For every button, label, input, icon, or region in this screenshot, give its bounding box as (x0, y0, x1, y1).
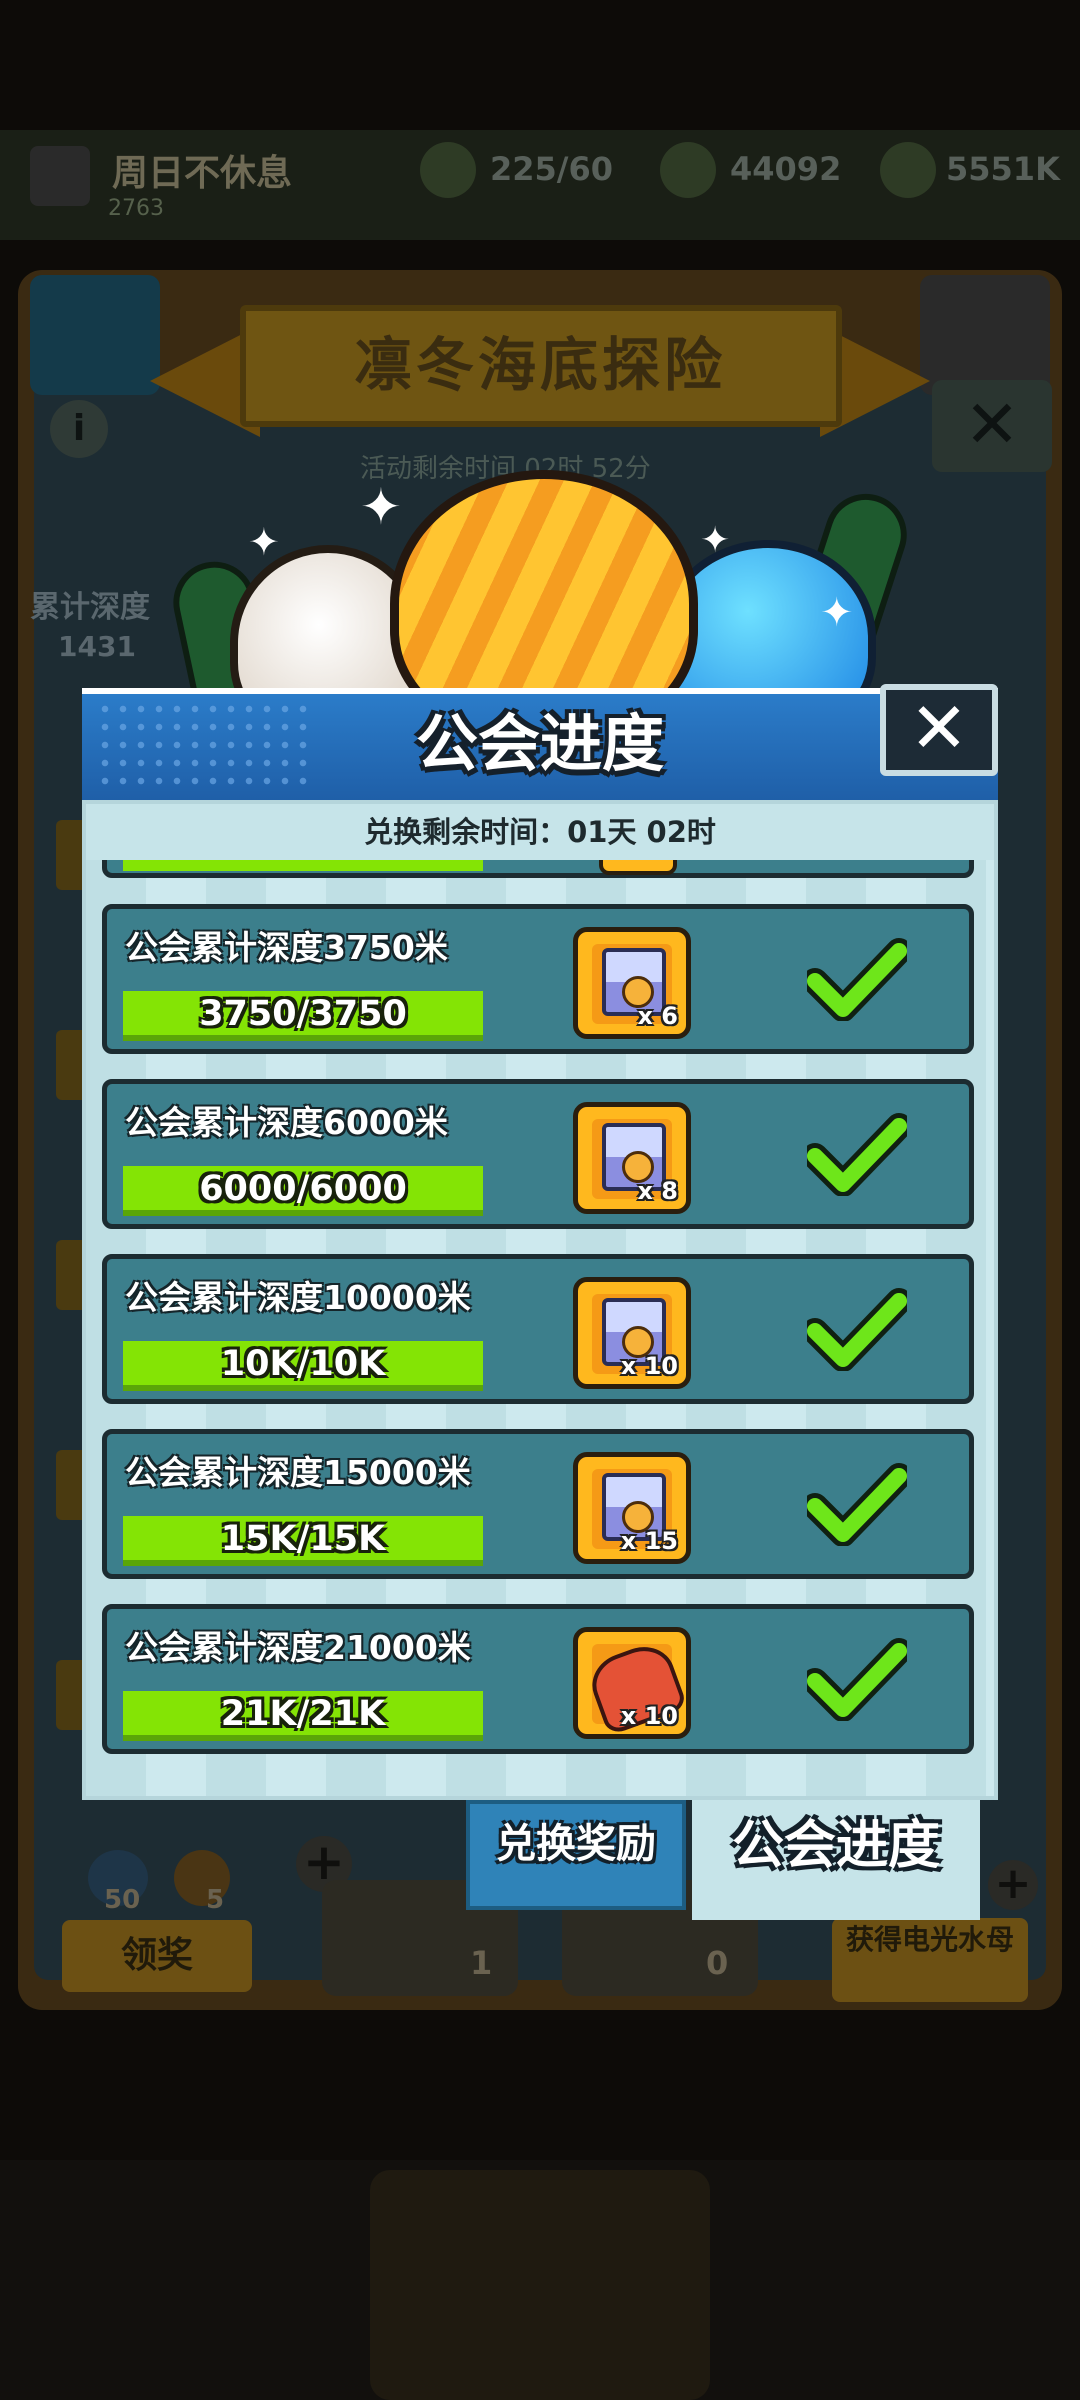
reward-chest-button[interactable]: x 10 (573, 1277, 691, 1389)
dialog-title: 公会进度 (415, 707, 664, 780)
menu-icon[interactable] (30, 275, 160, 395)
sparkle-icon: ✦ (700, 520, 731, 561)
task-row: 公会累计深度6000米 6000/6000 x 8 (102, 1079, 974, 1229)
event-close-icon[interactable]: ✕ (932, 380, 1052, 472)
energy-icon (420, 142, 476, 198)
task-progress-text: 6000/6000 (199, 1169, 407, 1209)
reward-count: x 6 (637, 1002, 678, 1030)
player-avatar (30, 146, 90, 206)
task-title: 公会累计深度6000米 (125, 1103, 448, 1142)
depth-label: 累计深度 (30, 590, 150, 625)
task-title: 公会累计深度21000米 (125, 1628, 471, 1667)
task-row: 公会累计深度3750米 3750/3750 x 6 (102, 904, 974, 1054)
tab-guild-progress[interactable]: 公会进度 (692, 1800, 980, 1920)
task-row (102, 860, 974, 878)
task-progress-text: 3750/3750 (199, 994, 407, 1034)
checkmark-icon (807, 1463, 907, 1546)
coin-value: 5551K (946, 150, 1060, 188)
tab-exchange-rewards[interactable]: 兑换奖励 (466, 1800, 686, 1910)
player-id: 2763 (108, 196, 164, 221)
shield-icon[interactable] (920, 275, 1050, 395)
checkmark-icon (807, 1113, 907, 1196)
coin-icon (880, 142, 936, 198)
checkmark-icon (807, 1288, 907, 1371)
sparkle-icon: ✦ (360, 478, 402, 536)
task-progress-text: 10K/10K (220, 1344, 386, 1384)
task-title: 公会累计深度10000米 (125, 1278, 471, 1317)
task-row: 公会累计深度15000米 15K/15K x 15 (102, 1429, 974, 1579)
task-title: 公会累计深度3750米 (125, 928, 448, 967)
exchange-time-remaining: 兑换剩余时间：01天 02时 (364, 815, 716, 849)
blue-shell-count: 50 (104, 1885, 141, 1915)
info-icon[interactable]: i (50, 400, 108, 458)
gem-value: 44092 (730, 150, 842, 188)
gold-shell-count: 5 (206, 1885, 225, 1915)
sparkle-icon: ✦ (820, 590, 854, 636)
reward-icon (599, 860, 677, 875)
reward-chest-button[interactable]: x 8 (573, 1102, 691, 1214)
reward-count: x 10 (620, 1702, 678, 1730)
reward-chest-button[interactable]: x 15 (573, 1452, 691, 1564)
task-row: 公会累计深度10000米 10K/10K x 10 (102, 1254, 974, 1404)
task-title: 公会累计深度15000米 (125, 1453, 471, 1492)
task-progress-text: 21K/21K (220, 1694, 386, 1734)
player-name: 周日不休息 (112, 153, 293, 194)
reward-count: x 10 (620, 1352, 678, 1380)
reward-count: x 15 (620, 1527, 678, 1555)
nav-battle-button[interactable] (370, 2170, 710, 2400)
checkmark-icon (807, 938, 907, 1021)
gem-icon (660, 142, 716, 198)
task-progress-text: 15K/15K (220, 1519, 386, 1559)
get-jellyfish-button[interactable]: 获得电光水母 (832, 1918, 1028, 2002)
reward-chest-button[interactable]: x 6 (573, 927, 691, 1039)
depth-value: 1431 (58, 630, 136, 663)
close-icon[interactable]: ✕ (880, 684, 998, 776)
task-progress-bar (123, 860, 483, 871)
reward-count: x 8 (637, 1177, 678, 1205)
reward-scroll-button[interactable]: x 10 (573, 1627, 691, 1739)
sparkle-icon: ✦ (248, 520, 280, 564)
task-list[interactable]: 公会累计深度3750米 3750/3750 x 6 公会累计深度6000米 60… (86, 860, 994, 1760)
checkmark-icon (807, 1638, 907, 1721)
event-title: 凛冬海底探险 (353, 331, 726, 399)
item-count: 0 (706, 1944, 729, 1982)
add-icon[interactable]: + (988, 1860, 1038, 1910)
item-count: 1 (470, 1944, 493, 1982)
energy-value: 225/60 (490, 150, 614, 188)
task-row: 公会累计深度21000米 21K/21K x 10 (102, 1604, 974, 1754)
claim-button[interactable]: 领奖 (62, 1920, 252, 1992)
